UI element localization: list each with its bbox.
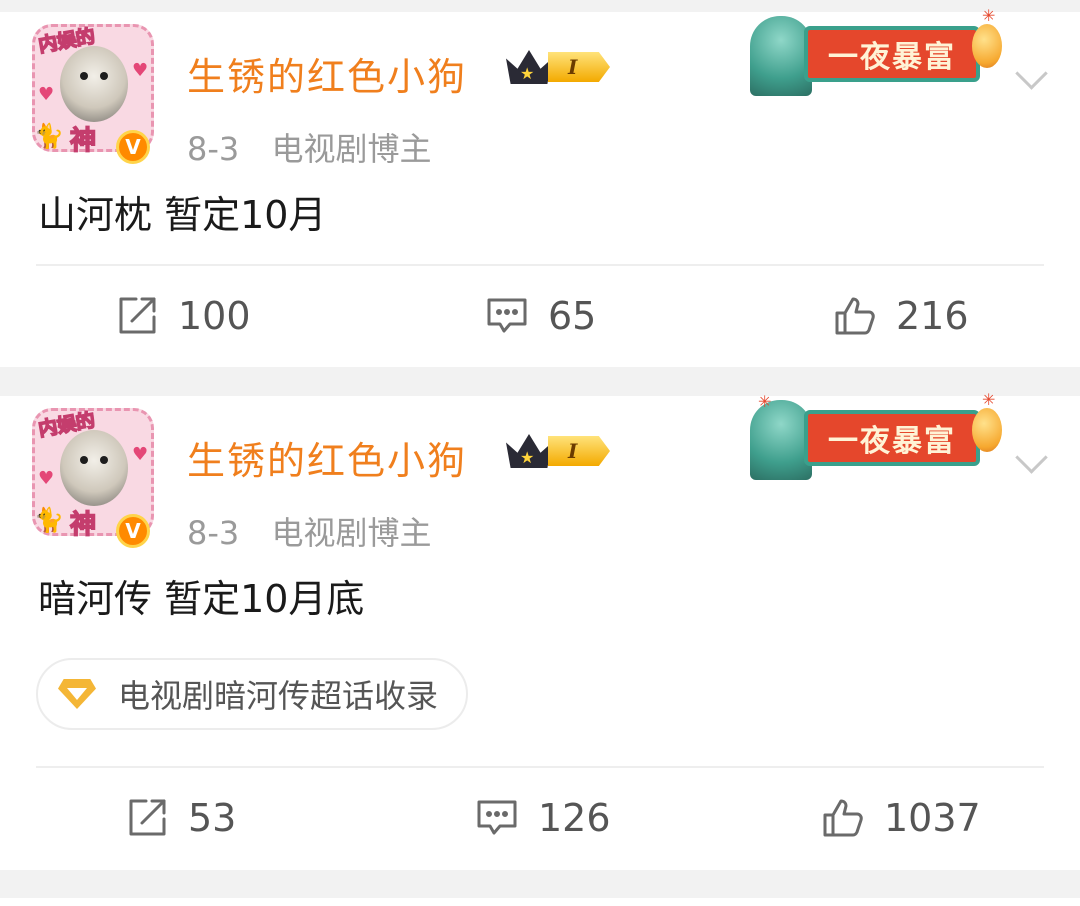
heart-icon: ♥ <box>132 444 149 465</box>
chevron-down-icon[interactable] <box>1012 56 1050 94</box>
post-meta: 8-3 电视剧博主 <box>187 508 431 554</box>
username[interactable]: 生锈的红色小狗 <box>187 430 467 485</box>
tree-decoration-icon <box>750 16 812 96</box>
post-text: 暗河传 暂定10月底 <box>38 577 365 621</box>
topic-chip[interactable]: 电视剧暗河传超话收录 <box>36 658 469 730</box>
rank-level: I <box>548 436 610 466</box>
heart-icon: ♥ <box>38 468 55 489</box>
avatar[interactable]: 内娱的 ♥ ♥ 🐈 神 V <box>32 408 154 548</box>
post-meta: 8-3 电视剧博主 <box>187 124 431 170</box>
post-card[interactable]: 内娱的 ♥ ♥ 🐈 神 V 生锈的红色小狗 I ★ 8-3 电视剧博主 一夜暴富… <box>0 390 1080 870</box>
username[interactable]: 生锈的红色小狗 <box>187 46 467 101</box>
comment-button[interactable]: 126 <box>476 796 611 840</box>
repost-icon <box>116 295 158 337</box>
post-card[interactable]: 内娱的 ♥ ♥ 🐈 神 V 生锈的红色小狗 I ★ 8-3 电视剧博主 一夜暴富… <box>0 6 1080 367</box>
repost-button[interactable]: 53 <box>126 796 236 840</box>
post-date: 8-3 <box>187 514 240 552</box>
comment-count: 65 <box>548 294 597 338</box>
comment-count: 126 <box>538 796 611 840</box>
decoration-banner[interactable]: 一夜暴富 ✳ <box>746 6 1006 98</box>
post-text: 山河枕 暂定10月 <box>38 193 327 237</box>
next-post-card[interactable] <box>0 898 1080 906</box>
lantern-icon <box>972 24 1002 68</box>
chevron-down-icon[interactable] <box>1012 440 1050 478</box>
like-button[interactable]: 216 <box>834 294 969 338</box>
heart-icon: ♥ <box>38 84 55 105</box>
avatar-caption-bottom: 神 <box>69 125 97 157</box>
comment-icon <box>486 295 528 337</box>
avatar-photo <box>60 430 128 506</box>
banner-plate: 一夜暴富 <box>804 410 980 466</box>
verified-v-icon: V <box>116 130 150 164</box>
weibo-feed: 内娱的 ♥ ♥ 🐈 神 V 生锈的红色小狗 I ★ 8-3 电视剧博主 一夜暴富… <box>0 0 1080 906</box>
post-date: 8-3 <box>187 130 240 168</box>
tree-decoration-icon <box>750 400 812 480</box>
rank-level: I <box>548 52 610 82</box>
repost-count: 53 <box>188 796 237 840</box>
repost-icon <box>126 797 168 839</box>
banner-plate: 一夜暴富 <box>804 26 980 82</box>
divider <box>36 264 1044 266</box>
lantern-icon <box>972 408 1002 452</box>
comment-button[interactable]: 65 <box>486 294 596 338</box>
repost-button[interactable]: 100 <box>116 294 251 338</box>
firework-icon: ✳ <box>982 390 996 409</box>
diamond-icon <box>58 679 96 709</box>
star-icon: ★ <box>520 64 535 83</box>
thumbs-up-icon <box>834 295 876 337</box>
comment-icon <box>476 797 518 839</box>
star-icon: ★ <box>520 448 535 467</box>
thumbs-up-icon <box>822 797 864 839</box>
like-count: 1037 <box>884 796 981 840</box>
avatar[interactable]: 内娱的 ♥ ♥ 🐈 神 V <box>32 24 154 164</box>
heart-icon: ♥ <box>132 60 149 81</box>
decoration-banner[interactable]: 一夜暴富 ✳ ✳ <box>746 390 1006 482</box>
avatar-photo <box>60 46 128 122</box>
like-count: 216 <box>896 294 969 338</box>
user-role: 电视剧博主 <box>271 514 432 552</box>
verified-v-icon: V <box>116 514 150 548</box>
topic-label: 电视剧暗河传超话收录 <box>118 677 439 715</box>
like-button[interactable]: 1037 <box>822 796 981 840</box>
divider <box>36 766 1044 768</box>
avatar-caption-bottom: 神 <box>69 509 97 541</box>
firework-icon: ✳ <box>758 392 772 411</box>
user-role: 电视剧博主 <box>271 130 432 168</box>
cat-icon: 🐈 <box>34 506 64 534</box>
firework-icon: ✳ <box>982 6 996 25</box>
banner-text: 一夜暴富 <box>828 424 956 459</box>
cat-icon: 🐈 <box>34 122 64 150</box>
repost-count: 100 <box>178 294 251 338</box>
banner-text: 一夜暴富 <box>828 40 956 75</box>
